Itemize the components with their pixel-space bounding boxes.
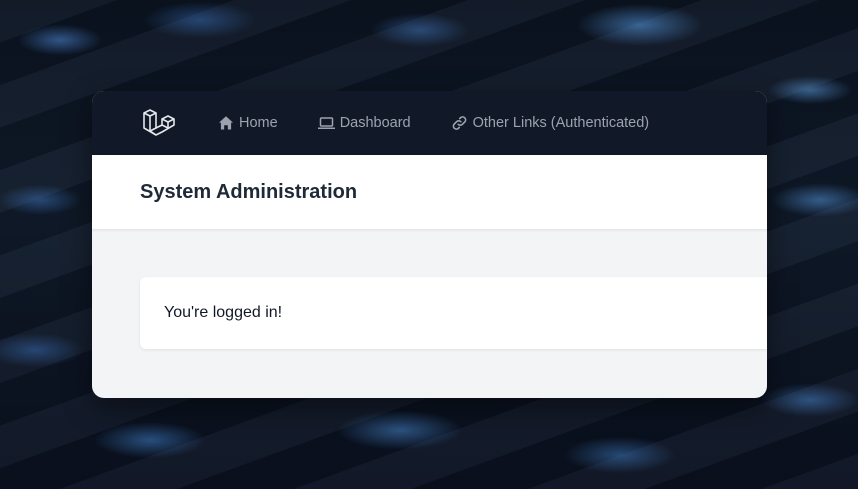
link-icon <box>451 115 468 131</box>
status-card: You're logged in! <box>140 277 767 349</box>
page-header: System Administration <box>92 155 767 230</box>
laptop-icon <box>317 115 335 131</box>
laravel-logo-icon[interactable] <box>142 106 176 140</box>
home-icon <box>218 115 234 131</box>
app-window: Home Dashboard Other Links (Authenticate… <box>92 91 767 398</box>
nav-item-home[interactable]: Home <box>218 115 278 131</box>
main-content: You're logged in! <box>92 230 767 349</box>
nav-item-label: Dashboard <box>339 115 411 131</box>
page-title: System Administration <box>140 180 358 203</box>
nav-item-other-links[interactable]: Other Links (Authenticated) <box>451 115 650 131</box>
nav-item-dashboard[interactable]: Dashboard <box>317 115 411 131</box>
nav-item-label: Other Links (Authenticated) <box>472 115 650 131</box>
nav-item-label: Home <box>239 115 278 131</box>
login-status-message: You're logged in! <box>164 304 283 321</box>
top-navbar: Home Dashboard Other Links (Authenticate… <box>92 91 767 155</box>
